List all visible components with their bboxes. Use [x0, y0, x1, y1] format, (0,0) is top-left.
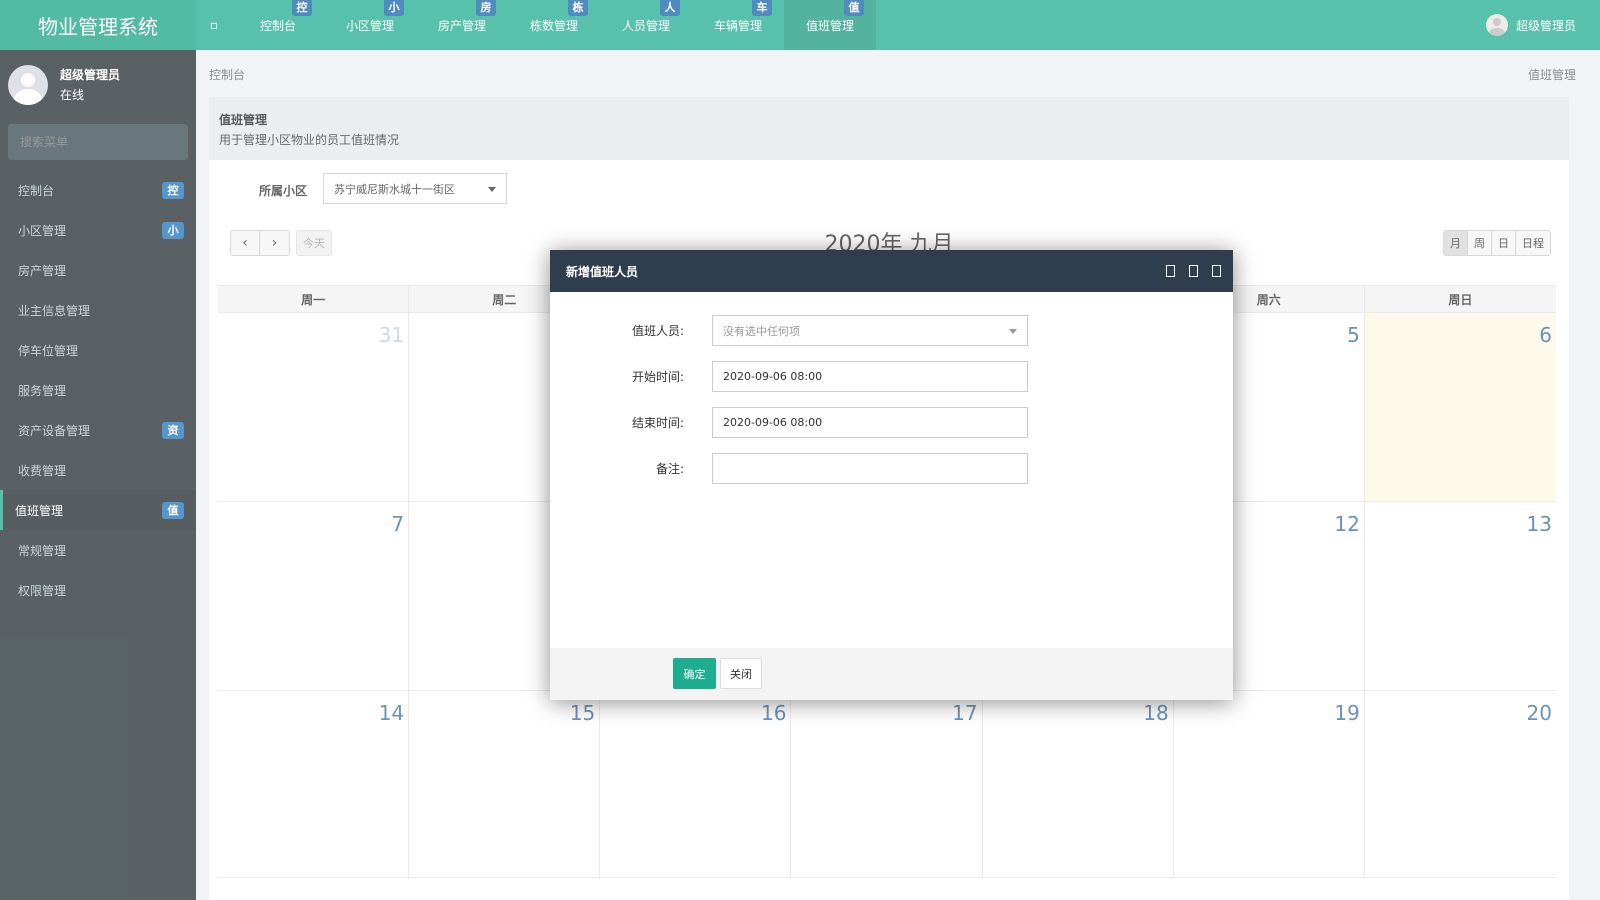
- modal-title: 新增值班人员: [566, 264, 639, 279]
- modal-footer: 确定 关闭: [550, 648, 1233, 700]
- staff-select-placeholder: 没有选中任何项: [723, 324, 800, 338]
- close-button[interactable]: 关闭: [720, 658, 762, 689]
- caret-down-icon: [1009, 329, 1017, 334]
- maximize-icon[interactable]: [1189, 265, 1198, 277]
- confirm-button[interactable]: 确定: [673, 658, 716, 689]
- note-input[interactable]: [712, 453, 1028, 484]
- staff-select[interactable]: 没有选中任何项: [712, 315, 1028, 346]
- staff-label: 值班人员:: [631, 324, 684, 338]
- close-icon[interactable]: [1212, 265, 1221, 277]
- modal-header: 新增值班人员: [550, 250, 1233, 292]
- start-time-input[interactable]: [712, 361, 1028, 392]
- note-label: 备注:: [655, 462, 684, 476]
- minimize-icon[interactable]: [1166, 265, 1175, 277]
- end-time-label: 结束时间:: [631, 416, 684, 430]
- add-duty-modal: 新增值班人员 值班人员: 没有选中任何项 开始时间: 结束时间: 备注: 确定 …: [550, 250, 1233, 700]
- end-time-input[interactable]: [712, 407, 1028, 438]
- start-time-label: 开始时间:: [631, 370, 684, 384]
